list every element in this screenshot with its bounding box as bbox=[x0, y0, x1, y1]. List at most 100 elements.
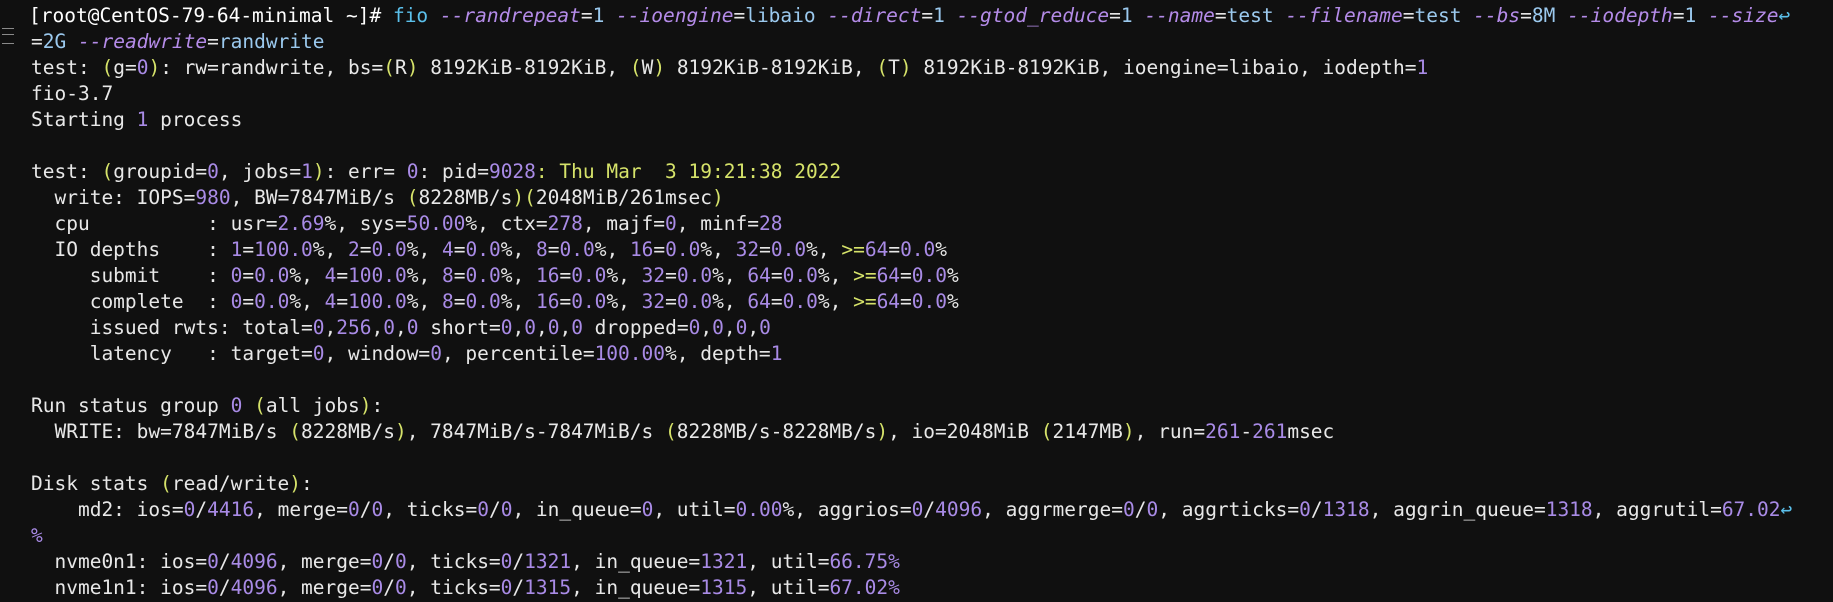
text-segment: %, bbox=[700, 238, 736, 261]
text-segment: 16 bbox=[629, 238, 654, 261]
text-segment: 1321 bbox=[524, 550, 572, 573]
text-segment: = bbox=[1214, 4, 1227, 27]
text-segment: 0 bbox=[395, 550, 407, 573]
terminal-output[interactable]: [root@CentOS-79-64-minimal ~]# fio --ran… bbox=[29, 3, 1831, 601]
text-segment: , aggrutil= bbox=[1592, 498, 1722, 521]
text-segment: 64 bbox=[876, 264, 901, 287]
text-segment: : Thu Mar 3 19:21:38 2022 bbox=[535, 160, 842, 183]
text-segment: 4 bbox=[324, 290, 337, 313]
text-segment: = bbox=[336, 264, 349, 287]
text-segment: ( bbox=[289, 420, 302, 443]
text-segment: = bbox=[559, 264, 572, 287]
text-segment: 0 bbox=[500, 316, 513, 339]
text-segment: %, bbox=[817, 264, 854, 287]
text-segment: , aggrmerge= bbox=[982, 498, 1123, 521]
text-segment: 0 bbox=[1299, 498, 1311, 521]
text-segment bbox=[242, 394, 254, 417]
text-segment: %, bbox=[500, 238, 536, 261]
text-segment: --iodepth bbox=[1567, 4, 1673, 27]
output-line: IO depths : 1=100.0%, 2=0.0%, 4=0.0%, 8=… bbox=[31, 237, 1831, 263]
text-segment: = bbox=[665, 290, 677, 313]
text-segment: = bbox=[1672, 4, 1685, 27]
text-segment: 16 bbox=[535, 290, 560, 313]
text-segment: %, bbox=[406, 238, 442, 261]
text-segment: 2.69 bbox=[277, 212, 325, 235]
text-segment: 0 bbox=[406, 160, 419, 183]
text-segment: : bbox=[371, 394, 384, 417]
text-segment: % bbox=[888, 550, 900, 573]
text-segment: >= bbox=[853, 264, 877, 287]
text-segment: 0.0 bbox=[911, 264, 948, 287]
text-segment: 0.0 bbox=[465, 238, 501, 261]
text-segment: R bbox=[395, 56, 407, 79]
text-segment: 66.75 bbox=[829, 550, 889, 573]
text-segment: 64 bbox=[747, 264, 771, 287]
text-segment: 0 bbox=[230, 394, 243, 417]
text-segment: 4 bbox=[324, 264, 337, 287]
text-segment: ( bbox=[406, 186, 419, 209]
text-segment: , bbox=[559, 316, 572, 339]
text-segment: test: bbox=[31, 56, 102, 79]
terminal-window[interactable]: [root@CentOS-79-64-minimal ~]# fio --ran… bbox=[0, 0, 1833, 602]
text-segment: [root@CentOS-79-64-minimal ~]# bbox=[29, 4, 393, 27]
text-segment: 0 bbox=[383, 316, 395, 339]
text-segment: --direct bbox=[827, 4, 922, 27]
text-segment: %, sys= bbox=[324, 212, 407, 235]
output-line: % bbox=[31, 523, 1831, 549]
text-segment: 0 bbox=[1146, 498, 1159, 521]
text-segment: Disk stats bbox=[31, 472, 161, 495]
text-segment: ( bbox=[254, 394, 266, 417]
output-line: write: IOPS=980, BW=7847MiB/s (8228MB/s)… bbox=[31, 185, 1831, 211]
text-segment: fio bbox=[392, 4, 440, 27]
text-segment: = bbox=[770, 290, 783, 313]
text-segment: 0.0 bbox=[571, 264, 607, 287]
text-segment: 8M bbox=[1531, 4, 1568, 27]
output-line: complete : 0=0.0%, 4=100.0%, 8=0.0%, 16=… bbox=[31, 289, 1831, 315]
text-segment: 0.0 bbox=[665, 238, 701, 261]
text-segment: , bbox=[723, 316, 736, 339]
text-segment: 0 bbox=[348, 498, 360, 521]
text-segment: 2G bbox=[42, 30, 78, 53]
text-segment: 64 bbox=[864, 238, 889, 261]
text-segment: , bbox=[324, 316, 337, 339]
text-segment: %, bbox=[712, 290, 748, 313]
text-segment: 0 bbox=[735, 316, 748, 339]
text-segment: 8 bbox=[442, 290, 454, 313]
text-segment: 0 bbox=[430, 342, 442, 365]
text-segment: , ticks= bbox=[383, 498, 478, 521]
text-segment: = bbox=[733, 4, 746, 27]
text-segment: ( bbox=[629, 56, 642, 79]
text-segment: 4096 bbox=[230, 576, 278, 599]
text-segment: , merge= bbox=[277, 576, 372, 599]
text-segment: 100.0 bbox=[254, 238, 313, 261]
text-segment: = bbox=[900, 290, 912, 313]
text-segment: 0.0 bbox=[770, 238, 807, 261]
text-segment: : bbox=[301, 472, 313, 495]
text-segment: >= bbox=[841, 238, 865, 261]
text-segment: = bbox=[242, 264, 255, 287]
text-segment: = bbox=[453, 238, 466, 261]
output-line: issued rwts: total=0,256,0,0 short=0,0,0… bbox=[31, 315, 1831, 341]
text-segment: 8228MB/s-8228MB/s bbox=[676, 420, 877, 443]
text-segment: Starting bbox=[31, 108, 137, 131]
text-segment: groupid= bbox=[113, 160, 208, 183]
text-segment: , ticks= bbox=[406, 550, 501, 573]
text-segment: 0.0 bbox=[465, 290, 501, 313]
text-segment: = bbox=[1520, 4, 1532, 27]
text-segment: 0 bbox=[688, 316, 701, 339]
text-segment: , in_queue= bbox=[512, 498, 642, 521]
text-segment: 0 bbox=[1122, 498, 1135, 521]
text-segment: , in_queue= bbox=[571, 550, 701, 573]
text-segment: : pid= bbox=[418, 160, 489, 183]
text-segment: test: bbox=[31, 160, 102, 183]
text-segment: --bs bbox=[1473, 4, 1521, 27]
text-segment: 0.0 bbox=[676, 290, 713, 313]
text-segment: --name bbox=[1144, 4, 1215, 27]
text-segment: , util= bbox=[653, 498, 736, 521]
text-segment: %, bbox=[606, 264, 642, 287]
text-segment: 1 bbox=[770, 342, 783, 365]
text-segment: 0 bbox=[207, 160, 219, 183]
text-segment: / bbox=[512, 550, 525, 573]
text-segment: 1 bbox=[136, 108, 149, 131]
